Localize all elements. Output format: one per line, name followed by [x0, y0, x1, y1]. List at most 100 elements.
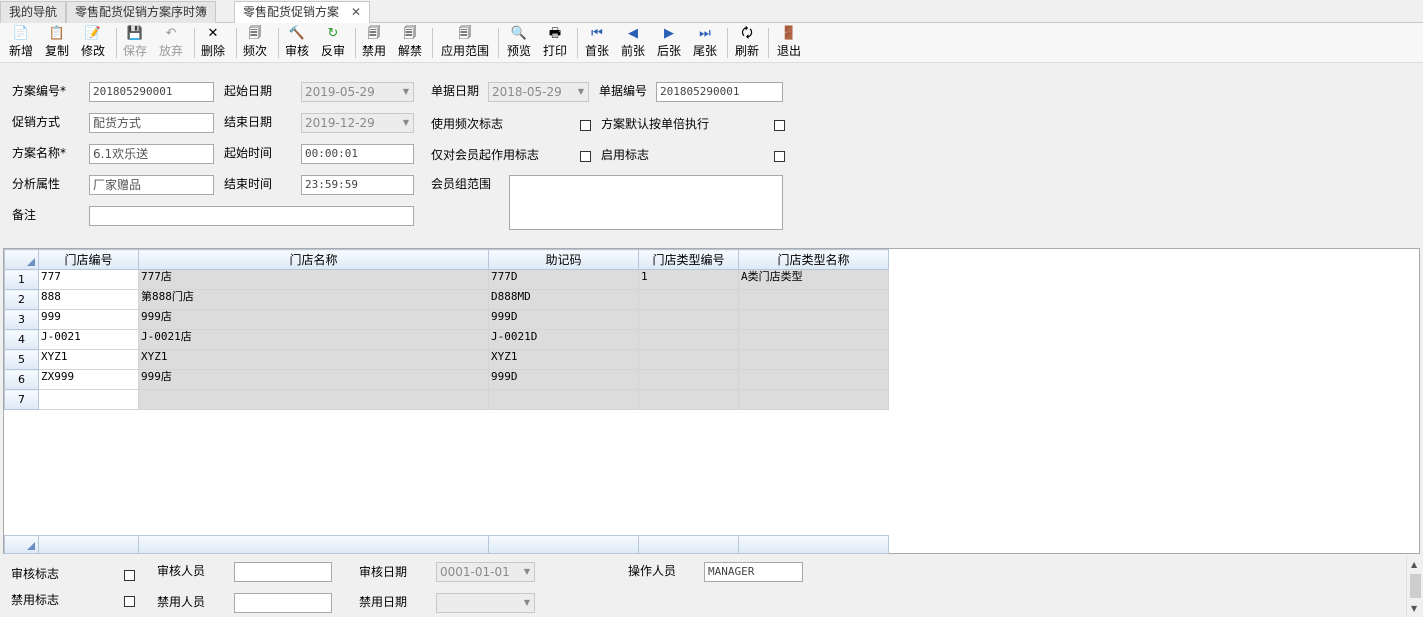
- first-button[interactable]: ⏮ 首张: [580, 25, 614, 61]
- start-time-field[interactable]: 00:00:01: [301, 144, 414, 164]
- table-row[interactable]: 3 999 999店 999D: [4, 309, 889, 330]
- auditor-field[interactable]: [234, 562, 332, 582]
- chevron-down-icon[interactable]: ▼: [524, 563, 530, 581]
- table-cell[interactable]: [38, 389, 139, 410]
- scroll-thumb[interactable]: [1410, 574, 1421, 598]
- table-cell[interactable]: J-0021: [38, 329, 139, 350]
- tab-plan-journal[interactable]: 零售配货促销方案序时簿: [66, 1, 217, 23]
- copy-icon: 📋: [48, 26, 66, 41]
- disabler-field[interactable]: [234, 593, 332, 613]
- table-cell[interactable]: ZX999: [38, 369, 139, 390]
- disable-date-field[interactable]: ▼: [436, 593, 535, 613]
- member-group-field[interactable]: [509, 175, 783, 230]
- refresh-button[interactable]: 🗘 刷新: [730, 25, 764, 61]
- table-row[interactable]: 5 XYZ1 XYZ1 XYZ1: [4, 349, 889, 370]
- use-frequency-checkbox[interactable]: [580, 120, 591, 131]
- table-cell: [738, 369, 889, 390]
- chevron-down-icon[interactable]: ▼: [578, 83, 584, 101]
- plan-header-form: 方案编号* 201805290001 起始日期 2019-05-29 ▼ 单据日期…: [0, 64, 1423, 246]
- row-number[interactable]: 6: [4, 369, 39, 390]
- table-cell[interactable]: 888: [38, 289, 139, 310]
- table-row[interactable]: 1 777 777店 777D 1 A类门店类型: [4, 269, 889, 290]
- print-button[interactable]: 🖶 打印: [538, 25, 572, 61]
- prev-button[interactable]: ◀ 前张: [616, 25, 650, 61]
- chevron-down-icon[interactable]: ▼: [403, 83, 409, 101]
- end-time-field[interactable]: 23:59:59: [301, 175, 414, 195]
- row-number[interactable]: 4: [4, 329, 39, 350]
- delete-icon: ✕: [207, 26, 219, 41]
- table-cell[interactable]: XYZ1: [38, 349, 139, 370]
- row-number[interactable]: 1: [4, 269, 39, 290]
- table-row[interactable]: 2 888 第888门店 D888MD: [4, 289, 889, 310]
- unaudit-button[interactable]: ↻ 反审: [316, 25, 350, 61]
- audit-footer: 审核标志 审核人员 审核日期 0001-01-01 ▼ 操作人员 MANAGER …: [0, 556, 1423, 617]
- enable-button[interactable]: 🗐 解禁: [393, 25, 427, 61]
- edit-button[interactable]: 📝 修改: [76, 25, 110, 61]
- enable-flag-checkbox[interactable]: [774, 151, 785, 162]
- table-row[interactable]: 4 J-0021 J-0021店 J-0021D: [4, 329, 889, 350]
- disable-date-label: 禁用日期: [359, 595, 408, 609]
- new-button-label: 新增: [8, 44, 33, 58]
- table-cell[interactable]: 777: [38, 269, 139, 290]
- plan-no-field[interactable]: 201805290001: [89, 82, 214, 102]
- row-number[interactable]: 2: [4, 289, 39, 310]
- table-row[interactable]: 6 ZX999 999店 999D: [4, 369, 889, 390]
- audit-flag-checkbox[interactable]: [124, 570, 135, 581]
- save-icon: 💾: [126, 26, 144, 41]
- footer-cell: [488, 535, 639, 554]
- doc-no-field[interactable]: 201805290001: [656, 82, 783, 102]
- discard-button[interactable]: ↶ 放弃: [154, 25, 188, 61]
- start-date-field[interactable]: 2019-05-29 ▼: [301, 82, 414, 102]
- close-icon[interactable]: ✕: [351, 5, 361, 19]
- chevron-down-icon[interactable]: ▼: [524, 594, 530, 612]
- table-cell: J-0021D: [488, 329, 639, 350]
- column-header[interactable]: 门店类型名称: [738, 249, 889, 270]
- save-button[interactable]: 💾 保存: [118, 25, 152, 61]
- scroll-up-icon[interactable]: ▲: [1411, 560, 1417, 569]
- toolbar-separator: [768, 28, 769, 58]
- copy-button[interactable]: 📋 复制: [40, 25, 74, 61]
- scroll-down-icon[interactable]: ▼: [1411, 604, 1417, 613]
- table-cell[interactable]: 999: [38, 309, 139, 330]
- column-header[interactable]: 门店名称: [138, 249, 489, 270]
- row-number[interactable]: 3: [4, 309, 39, 330]
- tab-label: 零售配货促销方案序时簿: [75, 5, 208, 19]
- column-header[interactable]: 门店编号: [38, 249, 139, 270]
- plan-name-label: 方案名称*: [12, 146, 67, 160]
- exit-button[interactable]: 🚪 退出: [772, 25, 806, 61]
- column-header[interactable]: 门店类型编号: [638, 249, 739, 270]
- tab-plan[interactable]: 零售配货促销方案 ✕: [234, 1, 371, 24]
- member-only-checkbox[interactable]: [580, 151, 591, 162]
- remark-field[interactable]: [89, 206, 414, 226]
- column-header[interactable]: 助记码: [488, 249, 639, 270]
- plan-name-field[interactable]: 6.1欢乐送: [89, 144, 214, 164]
- tab-my-navigation[interactable]: 我的导航: [0, 1, 67, 23]
- audit-date-field[interactable]: 0001-01-01 ▼: [436, 562, 535, 582]
- disable-flag-checkbox[interactable]: [124, 596, 135, 607]
- row-number[interactable]: 7: [4, 389, 39, 410]
- end-date-field[interactable]: 2019-12-29 ▼: [301, 113, 414, 133]
- row-number[interactable]: 5: [4, 349, 39, 370]
- promo-mode-field[interactable]: 配货方式: [89, 113, 214, 133]
- print-button-label: 打印: [542, 44, 567, 58]
- select-all-corner[interactable]: [4, 249, 39, 270]
- vertical-scrollbar[interactable]: ▲ ▼: [1406, 556, 1423, 617]
- delete-button[interactable]: ✕ 删除: [196, 25, 230, 61]
- new-button[interactable]: 📄 新增: [4, 25, 38, 61]
- preview-button[interactable]: 🔍 预览: [502, 25, 536, 61]
- toolbar-separator: [727, 28, 728, 58]
- operator-field[interactable]: MANAGER: [704, 562, 803, 582]
- apply-scope-button[interactable]: 🗐 应用范围: [436, 25, 494, 61]
- default-multiple-checkbox[interactable]: [774, 120, 785, 131]
- doc-date-field[interactable]: 2018-05-29 ▼: [488, 82, 589, 102]
- audit-hammer-icon: 🔨: [288, 26, 306, 41]
- table-row[interactable]: 7: [4, 389, 889, 410]
- next-button[interactable]: ▶ 后张: [652, 25, 686, 61]
- frequency-button[interactable]: 🗐 频次: [238, 25, 272, 61]
- attr-field[interactable]: 厂家赠品: [89, 175, 214, 195]
- refresh-icon: 🗘: [741, 26, 753, 41]
- chevron-down-icon[interactable]: ▼: [403, 114, 409, 132]
- last-button[interactable]: ⏭ 尾张: [688, 25, 722, 61]
- disable-button[interactable]: 🗐 禁用: [357, 25, 391, 61]
- audit-button[interactable]: 🔨 审核: [280, 25, 314, 61]
